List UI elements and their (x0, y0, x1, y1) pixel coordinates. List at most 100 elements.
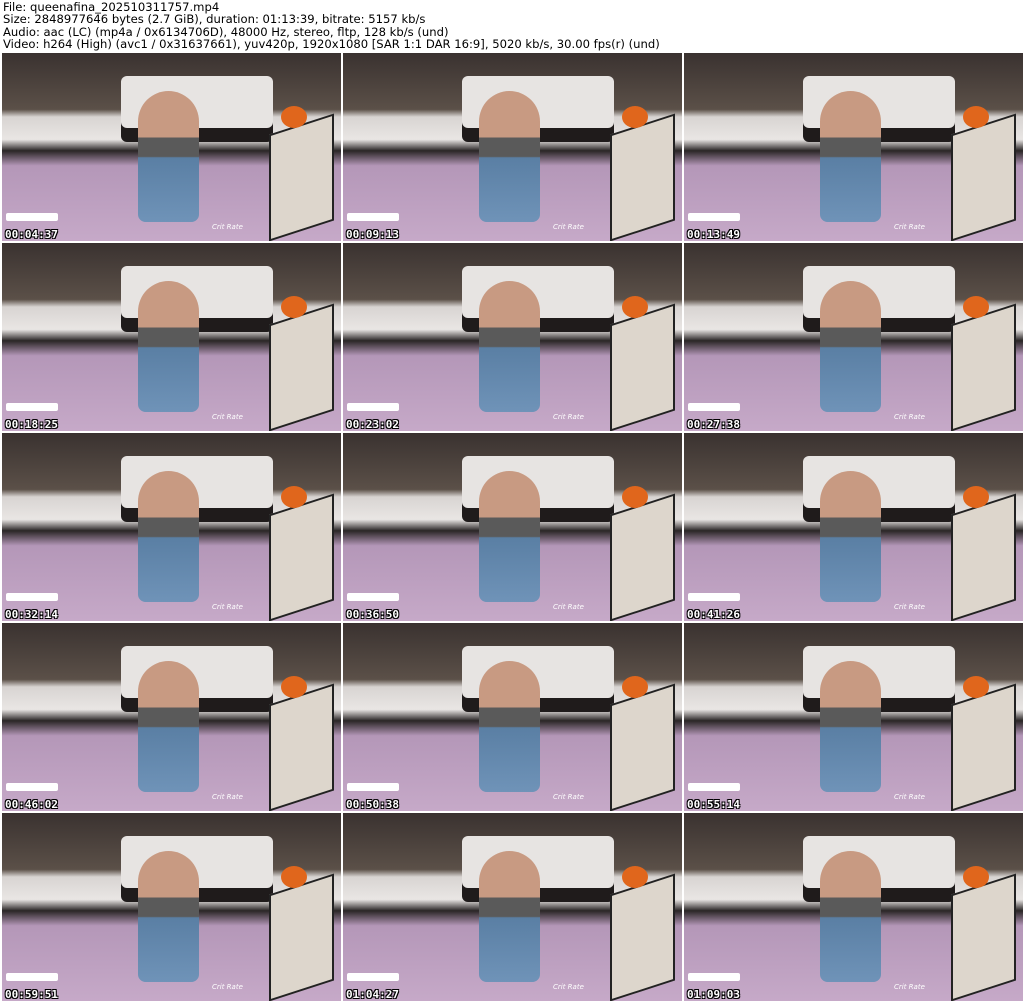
video-thumbnail: Crit Rate 00:27:38 (684, 243, 1023, 431)
pumpkin-shape (963, 675, 990, 698)
drawer-shape (610, 303, 676, 431)
person-shape (819, 660, 881, 793)
crit-rate-label: Crit Rate (894, 223, 925, 231)
thumbnail-timestamp: 00:04:37 (5, 228, 58, 241)
video-thumbnail: Crit Rate 00:50:38 (343, 623, 682, 811)
pumpkin-shape (963, 865, 990, 888)
drawer-shape (269, 493, 335, 621)
video-thumbnail: Crit Rate 01:04:27 (343, 813, 682, 1001)
video-thumbnail: Crit Rate 00:18:25 (2, 243, 341, 431)
thumbnail-timestamp: 01:09:03 (687, 988, 740, 1001)
video-thumbnail: Crit Rate 00:41:26 (684, 433, 1023, 621)
video-thumbnail: Crit Rate 00:13:49 (684, 53, 1023, 241)
stream-overlay-badge (6, 213, 58, 221)
person-shape (137, 90, 199, 223)
thumbnail-timestamp: 00:59:51 (5, 988, 58, 1001)
pumpkin-shape (963, 295, 990, 318)
thumbnail-timestamp: 01:04:27 (346, 988, 399, 1001)
stream-overlay-badge (688, 403, 740, 411)
video-info: Video: h264 (High) (avc1 / 0x31637661), … (3, 37, 660, 52)
pumpkin-shape (963, 485, 990, 508)
stream-overlay-badge (347, 973, 399, 981)
pumpkin-shape (622, 295, 649, 318)
drawer-shape (951, 683, 1017, 811)
pumpkin-shape (622, 675, 649, 698)
stream-overlay-badge (347, 593, 399, 601)
stream-overlay-badge (6, 973, 58, 981)
person-shape (819, 90, 881, 223)
drawer-shape (610, 493, 676, 621)
thumbnail-timestamp: 00:55:14 (687, 798, 740, 811)
crit-rate-label: Crit Rate (212, 983, 243, 991)
stream-overlay-badge (6, 403, 58, 411)
video-thumbnail: Crit Rate 00:59:51 (2, 813, 341, 1001)
thumbnail-timestamp: 00:09:13 (346, 228, 399, 241)
video-thumbnail: Crit Rate 00:04:37 (2, 53, 341, 241)
crit-rate-label: Crit Rate (894, 793, 925, 801)
thumbnail-timestamp: 00:27:38 (687, 418, 740, 431)
thumbnail-timestamp: 00:46:02 (5, 798, 58, 811)
person-shape (478, 280, 540, 413)
crit-rate-label: Crit Rate (553, 603, 584, 611)
crit-rate-label: Crit Rate (212, 223, 243, 231)
person-shape (478, 90, 540, 223)
video-thumbnail: Crit Rate 01:09:03 (684, 813, 1023, 1001)
drawer-shape (951, 113, 1017, 241)
stream-overlay-badge (688, 213, 740, 221)
person-shape (819, 470, 881, 603)
thumbnail-timestamp: 00:36:50 (346, 608, 399, 621)
drawer-shape (269, 873, 335, 1001)
crit-rate-label: Crit Rate (212, 793, 243, 801)
crit-rate-label: Crit Rate (894, 983, 925, 991)
crit-rate-label: Crit Rate (894, 603, 925, 611)
person-shape (137, 470, 199, 603)
stream-overlay-badge (6, 593, 58, 601)
drawer-shape (610, 113, 676, 241)
crit-rate-label: Crit Rate (553, 983, 584, 991)
pumpkin-shape (963, 105, 990, 128)
pumpkin-shape (622, 105, 649, 128)
pumpkin-shape (622, 485, 649, 508)
pumpkin-shape (281, 865, 308, 888)
person-shape (137, 850, 199, 983)
pumpkin-shape (281, 105, 308, 128)
video-thumbnail: Crit Rate 00:32:14 (2, 433, 341, 621)
pumpkin-shape (281, 295, 308, 318)
video-thumbnail: Crit Rate 00:46:02 (2, 623, 341, 811)
person-shape (819, 280, 881, 413)
thumbnail-timestamp: 00:50:38 (346, 798, 399, 811)
stream-overlay-badge (347, 783, 399, 791)
drawer-shape (951, 493, 1017, 621)
crit-rate-label: Crit Rate (212, 603, 243, 611)
drawer-shape (269, 303, 335, 431)
crit-rate-label: Crit Rate (553, 223, 584, 231)
stream-overlay-badge (688, 783, 740, 791)
drawer-shape (610, 683, 676, 811)
person-shape (478, 850, 540, 983)
stream-overlay-badge (347, 213, 399, 221)
person-shape (819, 850, 881, 983)
stream-overlay-badge (688, 973, 740, 981)
thumbnail-timestamp: 00:18:25 (5, 418, 58, 431)
drawer-shape (951, 303, 1017, 431)
thumbnail-timestamp: 00:32:14 (5, 608, 58, 621)
thumbnail-timestamp: 00:13:49 (687, 228, 740, 241)
crit-rate-label: Crit Rate (553, 413, 584, 421)
person-shape (137, 280, 199, 413)
pumpkin-shape (281, 485, 308, 508)
crit-rate-label: Crit Rate (894, 413, 925, 421)
video-thumbnail: Crit Rate 00:55:14 (684, 623, 1023, 811)
video-thumbnail: Crit Rate 00:23:02 (343, 243, 682, 431)
pumpkin-shape (281, 675, 308, 698)
thumbnail-timestamp: 00:41:26 (687, 608, 740, 621)
drawer-shape (269, 113, 335, 241)
drawer-shape (951, 873, 1017, 1001)
person-shape (137, 660, 199, 793)
stream-overlay-badge (688, 593, 740, 601)
crit-rate-label: Crit Rate (553, 793, 584, 801)
video-thumbnail: Crit Rate 00:09:13 (343, 53, 682, 241)
drawer-shape (269, 683, 335, 811)
stream-overlay-badge (347, 403, 399, 411)
stream-overlay-badge (6, 783, 58, 791)
file-info-header: File: queenafina_202510311757.mp4 Size: … (3, 1, 660, 51)
